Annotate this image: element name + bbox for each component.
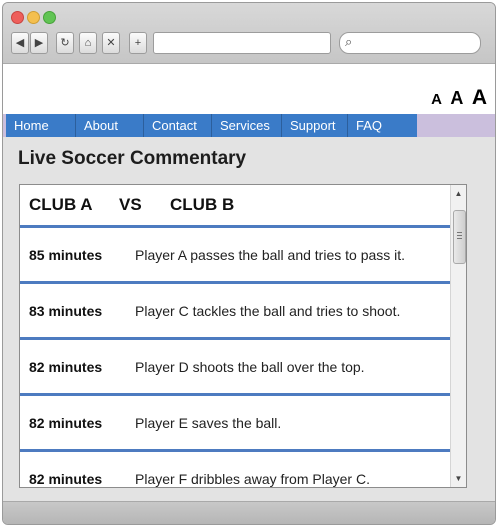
page-content: A A A Home About Contact Services Suppor… [3,64,495,501]
grip-line [457,235,462,236]
nav-item-support[interactable]: Support [282,114,348,137]
new-tab-icon[interactable]: + [129,32,147,54]
event-text: Player D shoots the ball over the top. [135,359,365,375]
reload-icon[interactable]: ↻ [56,32,74,54]
scroll-down-icon[interactable]: ▼ [451,474,466,483]
font-size-medium-button[interactable]: A [450,88,463,108]
versus-label: VS [119,195,142,214]
home-icon[interactable]: ⌂ [79,32,97,54]
font-size-large-button[interactable]: A [472,86,487,109]
maximize-window-button[interactable] [43,11,56,24]
main-nav: Home About Contact Services Support FAQ [3,114,495,137]
nav-item-faq[interactable]: FAQ [348,114,417,137]
main-nav-bar: Home About Contact Services Support FAQ [6,114,417,137]
event-minute: 82 minutes [29,415,103,431]
event-text: Player E saves the ball. [135,415,282,431]
grip-line [457,238,462,239]
nav-item-about[interactable]: About [76,114,144,137]
event-text: Player F dribbles away from Player C. [135,471,370,487]
commentary-row: 82 minutes Player D shoots the ball over… [20,340,450,396]
scroll-thumb[interactable] [453,210,466,264]
address-bar[interactable] [153,32,331,54]
browser-toolbar: ◀ ▶ ↻ ⌂ ✕ + ⌕ [3,3,495,64]
browser-window: ◀ ▶ ↻ ⌂ ✕ + ⌕ A A A Home About Contact S… [2,2,496,525]
commentary-row: 82 minutes Player F dribbles away from P… [20,452,450,487]
close-window-button[interactable] [11,11,24,24]
commentary-row: 83 minutes Player C tackles the ball and… [20,284,450,340]
nav-item-services[interactable]: Services [212,114,282,137]
forward-icon[interactable]: ▶ [30,32,48,54]
event-minute: 85 minutes [29,247,103,263]
page-header: A A A [3,64,495,114]
event-minute: 82 minutes [29,471,103,487]
minimize-window-button[interactable] [27,11,40,24]
home-team-label: CLUB A [29,195,93,214]
grip-line [457,232,462,233]
font-size-small-button[interactable]: A [431,91,442,108]
event-minute: 83 minutes [29,303,103,319]
match-header: CLUB A VS CLUB B [20,185,450,228]
back-icon[interactable]: ◀ [11,32,29,54]
search-field[interactable]: ⌕ [339,32,481,54]
commentary-panel: CLUB A VS CLUB B 85 minutes Player A pas… [19,184,467,488]
event-text: Player A passes the ball and tries to pa… [135,247,406,263]
search-icon: ⌕ [345,34,353,49]
commentary-row: 85 minutes Player A passes the ball and … [20,228,450,284]
browser-status-bar [3,501,495,524]
stop-icon[interactable]: ✕ [102,32,120,54]
away-team-label: CLUB B [170,195,235,214]
page-title: Live Soccer Commentary [18,148,247,169]
nav-item-home[interactable]: Home [6,114,76,137]
commentary-scrollbar[interactable]: ▲ ▼ [450,185,466,487]
event-text: Player C tackles the ball and tries to s… [135,303,401,319]
font-size-controls: A A A [427,86,487,110]
nav-item-contact[interactable]: Contact [144,114,212,137]
event-minute: 82 minutes [29,359,103,375]
scroll-up-icon[interactable]: ▲ [451,189,466,198]
commentary-row: 82 minutes Player E saves the ball. [20,396,450,452]
